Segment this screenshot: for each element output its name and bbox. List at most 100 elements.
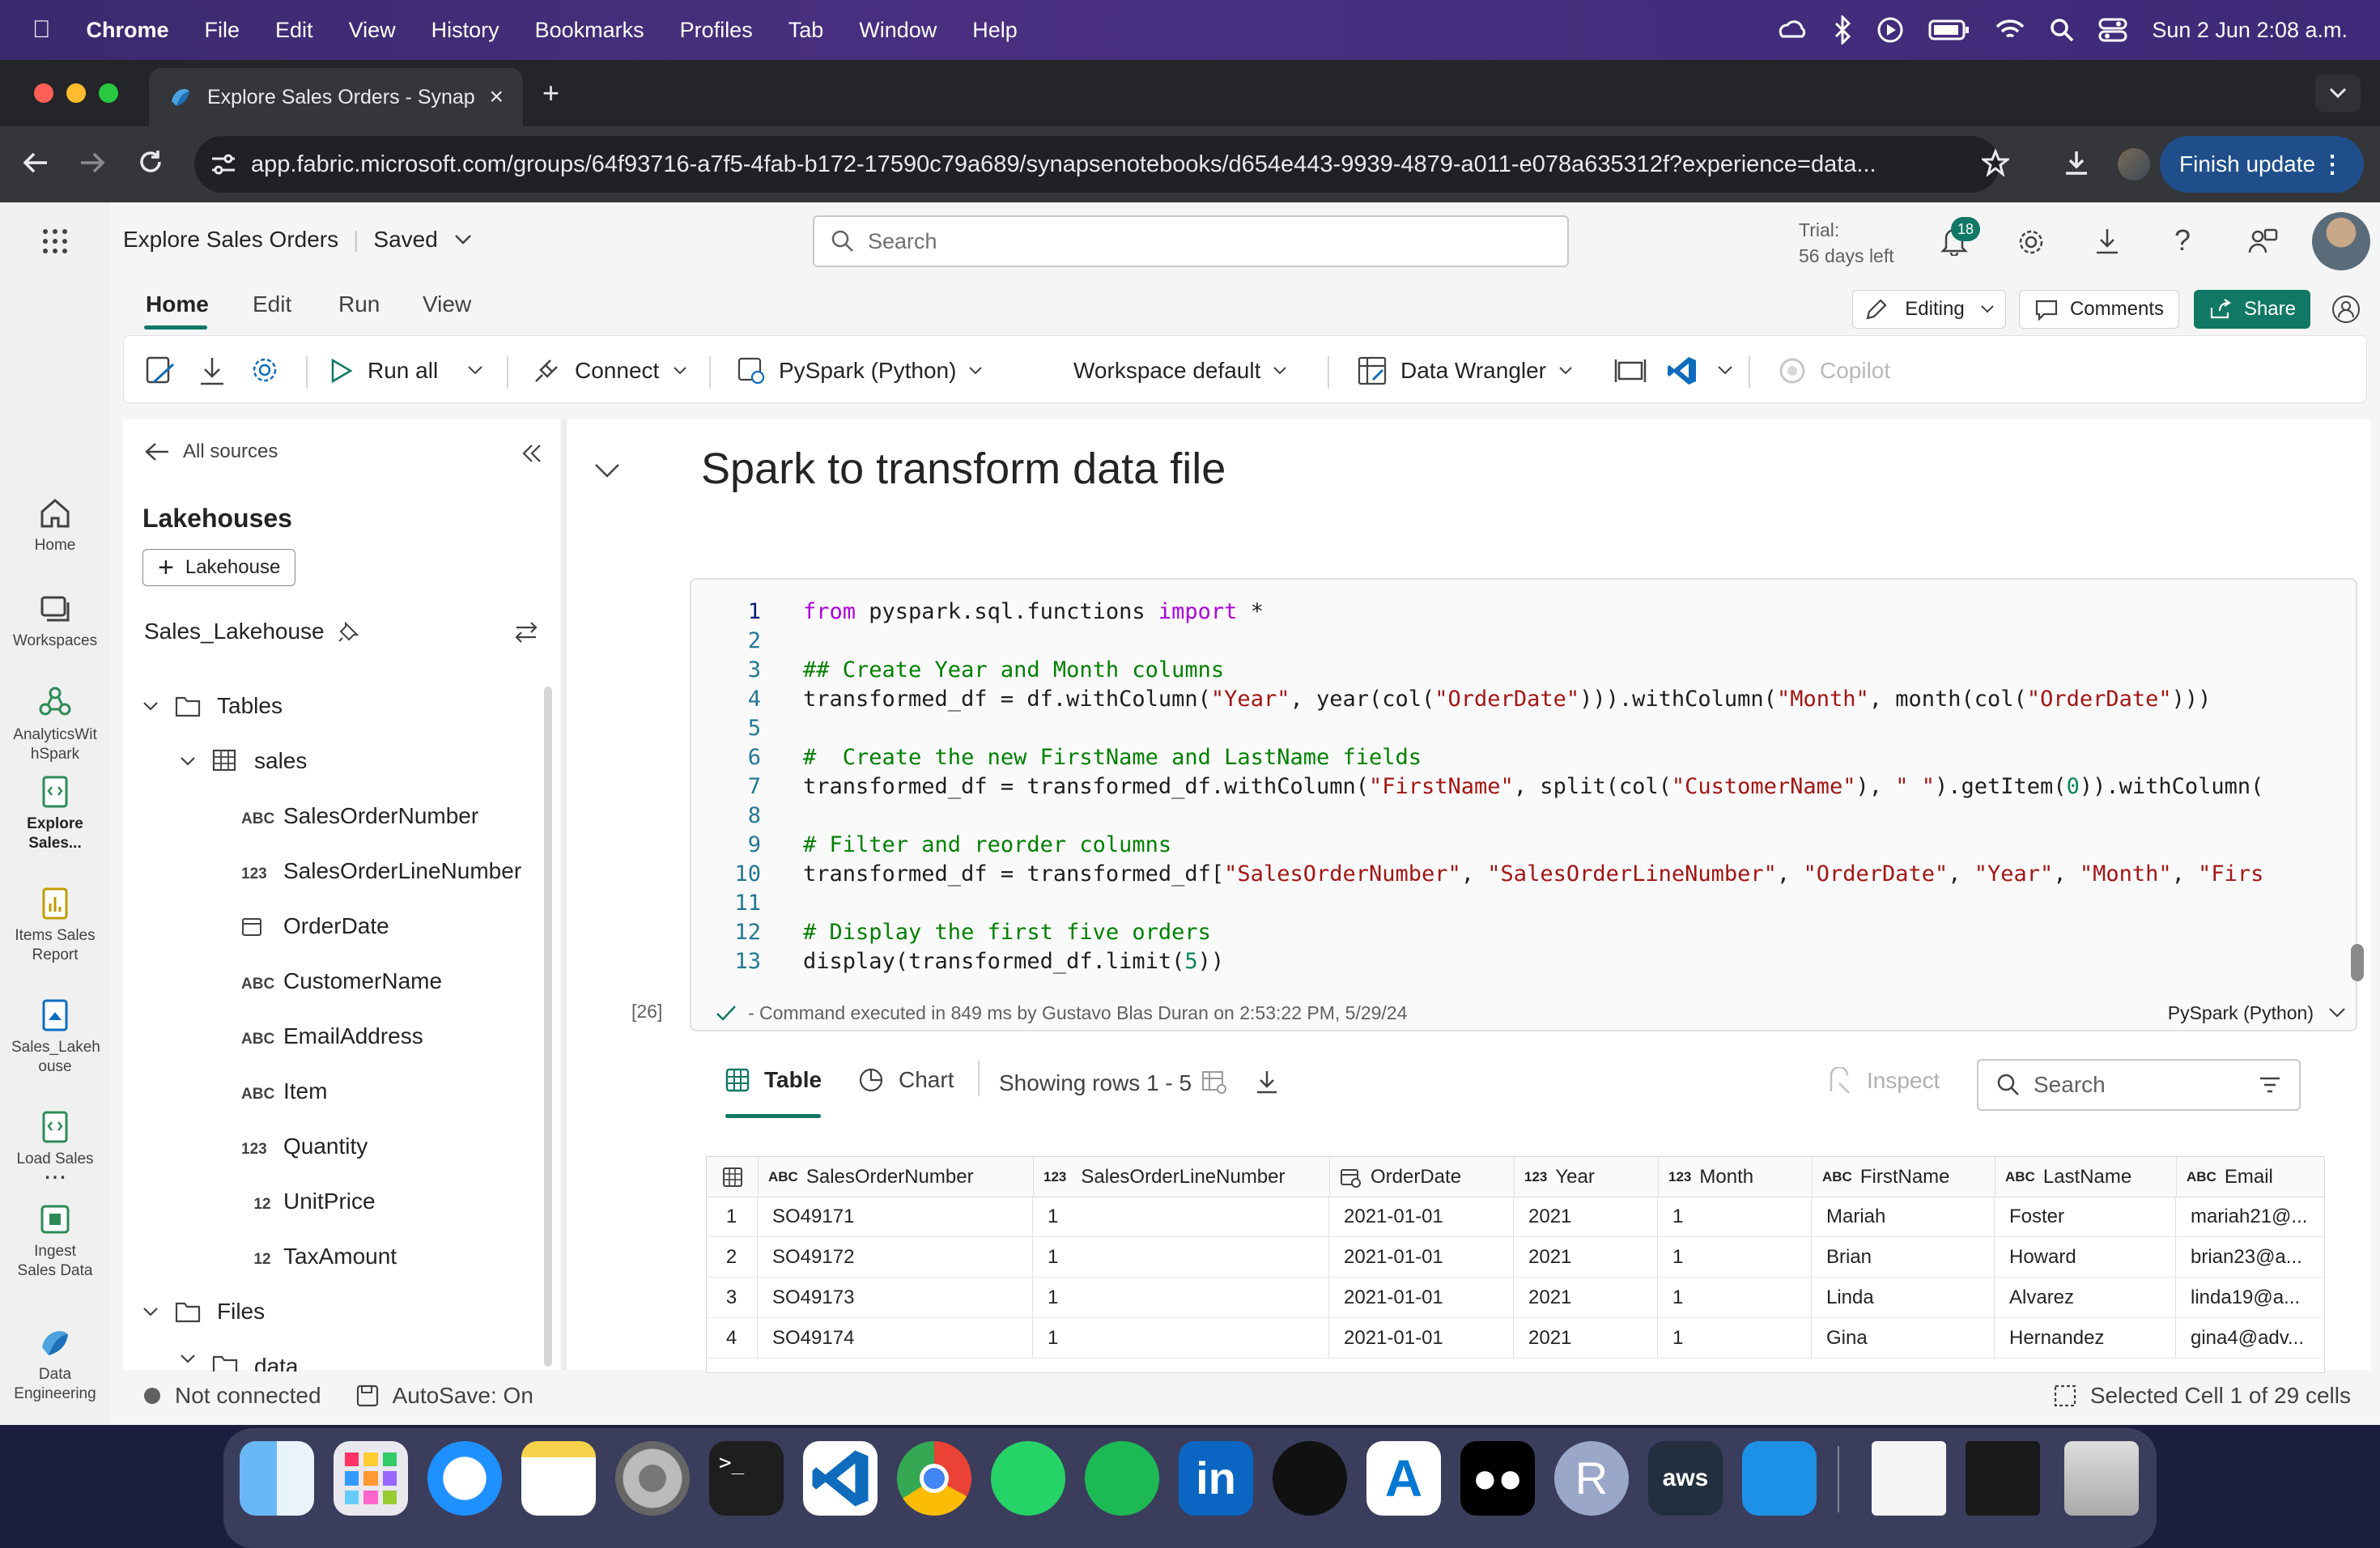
table-cell[interactable]: Howard (1995, 1237, 2176, 1278)
table-cell[interactable]: brian23@a... (2176, 1237, 2325, 1278)
window-maximize-button[interactable] (99, 83, 118, 103)
table-cell[interactable]: Hernandez (1995, 1318, 2176, 1359)
recent-window-thumbnail[interactable] (1872, 1441, 1946, 1516)
table-cell[interactable]: 1 (1033, 1237, 1329, 1278)
nav-workspaces[interactable]: Workspaces (0, 591, 110, 651)
lakehouse-item[interactable]: Sales_Lakehouse (144, 619, 360, 644)
nav-explore-sales[interactable]: Explore Sales... (0, 774, 110, 853)
spotify-icon[interactable] (1085, 1441, 1159, 1516)
medium-icon[interactable]: ●● (1460, 1441, 1535, 1516)
tab-search-button[interactable] (2315, 74, 2361, 112)
menu-history[interactable]: History (431, 18, 499, 43)
menu-bookmarks[interactable]: Bookmarks (535, 18, 644, 43)
r-studio-icon[interactable]: R (1554, 1441, 1629, 1516)
column-header[interactable]: 123 Month (1659, 1157, 1813, 1197)
column-item[interactable]: 123 SalesOrderLineNumber (241, 858, 521, 884)
whatsapp-icon[interactable] (991, 1441, 1065, 1516)
cell-language[interactable]: PySpark (Python) (2168, 1002, 2314, 1024)
download-icon[interactable] (2063, 149, 2090, 176)
collapse-panel-icon[interactable] (521, 444, 542, 463)
column-item[interactable]: ABC EmailAddress (241, 1023, 423, 1049)
table-cell[interactable]: Alvarez (1995, 1278, 2176, 1318)
connection-status[interactable]: Not connected (175, 1383, 321, 1409)
share-button[interactable]: Share (2194, 290, 2310, 329)
menu-window[interactable]: Window (859, 18, 937, 43)
azure-data-studio-icon[interactable]: A (1366, 1441, 1441, 1516)
apple-icon[interactable]:  (32, 16, 51, 44)
vscode-chevron-down-icon[interactable] (1718, 366, 1732, 376)
add-lakehouse-button[interactable]: + Lakehouse (142, 549, 296, 586)
table-cell[interactable]: 2021-01-01 (1329, 1318, 1514, 1359)
chrome-icon[interactable] (897, 1441, 971, 1516)
ribbon-tab-edit[interactable]: Edit (253, 291, 291, 317)
table-cell[interactable]: 2021 (1514, 1318, 1658, 1359)
back-arrow-icon[interactable] (23, 151, 49, 175)
save-notebook-icon[interactable] (144, 355, 176, 387)
table-cell[interactable]: 2021 (1514, 1278, 1658, 1318)
ribbon-tab-view[interactable]: View (423, 291, 471, 317)
table-cell[interactable]: Brian (1812, 1237, 1995, 1278)
autosave-status[interactable]: AutoSave: On (393, 1383, 533, 1409)
aws-icon[interactable]: aws (1648, 1441, 1723, 1516)
menu-profiles[interactable]: Profiles (680, 18, 753, 43)
site-settings-icon[interactable] (210, 152, 236, 176)
window-minimize-button[interactable] (66, 83, 86, 103)
focus-mode-icon[interactable] (1614, 358, 1647, 384)
table-cell[interactable]: SO49171 (758, 1197, 1033, 1237)
table-cell[interactable]: 2021-01-01 (1329, 1197, 1514, 1237)
column-header[interactable]: ABC FirstName (1813, 1157, 1995, 1197)
column-item[interactable]: ABC CustomerName (241, 968, 442, 994)
recent-window-thumbnail[interactable] (1966, 1441, 2040, 1516)
play-icon[interactable] (1876, 16, 1904, 44)
table-cell[interactable]: SO49172 (758, 1237, 1033, 1278)
terminal-icon[interactable]: >_ (709, 1441, 784, 1516)
battery-icon[interactable] (1928, 19, 1970, 41)
table-cell[interactable]: 2021 (1514, 1197, 1658, 1237)
wifi-icon[interactable] (1995, 18, 2025, 42)
tree-sales-table[interactable]: sales (180, 748, 307, 774)
settings-gear-icon[interactable] (249, 355, 280, 385)
window-close-button[interactable] (34, 83, 53, 103)
linkedin-icon[interactable]: in (1179, 1441, 1253, 1516)
vscode-icon[interactable] (803, 1441, 878, 1516)
menu-tab[interactable]: Tab (788, 18, 824, 43)
all-sources-button[interactable]: All sources (144, 440, 278, 463)
app-launcher-icon[interactable] (40, 227, 70, 256)
table-cell[interactable]: 2021 (1514, 1237, 1658, 1278)
nav-items-sales-report[interactable]: Items Sales Report (0, 886, 110, 965)
column-item[interactable]: ABC Item (241, 1078, 327, 1104)
spotlight-search-icon[interactable] (2050, 18, 2074, 42)
table-cell[interactable]: gina4@adv... (2176, 1318, 2325, 1359)
table-cell[interactable]: 2021-01-01 (1329, 1237, 1514, 1278)
output-search-input[interactable]: Search (1977, 1059, 2301, 1111)
comments-button[interactable]: Comments (2019, 290, 2179, 329)
table-cell[interactable]: SO49173 (758, 1278, 1033, 1318)
code-line-6[interactable]: # Create the new FirstName and LastName … (803, 745, 2317, 770)
nav-ingest-sales-data[interactable]: Ingest Sales Data (0, 1201, 110, 1281)
menu-edit[interactable]: Edit (275, 18, 313, 43)
nav-data-engineering[interactable]: Data Engineering (0, 1325, 110, 1404)
table-cell[interactable]: 1 (1658, 1237, 1812, 1278)
download-icon[interactable] (2093, 227, 2121, 256)
saved-status[interactable]: Saved (373, 227, 437, 253)
switch-lakehouse-icon[interactable] (513, 620, 539, 644)
column-header[interactable]: ABC Email (2177, 1157, 2324, 1197)
notes-icon[interactable] (521, 1441, 596, 1516)
grid-corner-header[interactable] (707, 1157, 759, 1197)
menu-file[interactable]: File (205, 18, 240, 43)
table-cell[interactable]: 1 (1658, 1318, 1812, 1359)
table-cell[interactable]: Foster (1995, 1197, 2176, 1237)
table-cell[interactable]: Linda (1812, 1278, 1995, 1318)
trash-icon[interactable] (2064, 1441, 2139, 1516)
code-line-3[interactable]: ## Create Year and Month columns (803, 657, 2317, 683)
output-table-tab[interactable]: Table (725, 1067, 822, 1093)
trial-info[interactable]: Trial: 56 days left (1799, 217, 1894, 269)
settings-gear-icon[interactable] (2016, 227, 2046, 257)
column-item[interactable]: 12 UnitPrice (241, 1189, 375, 1214)
column-header[interactable]: ABC SalesOrderNumber (759, 1157, 1034, 1197)
collapse-section-chevron-icon[interactable] (594, 463, 620, 478)
notifications-button[interactable]: 18 (1940, 217, 1980, 256)
launchpad-icon[interactable] (334, 1441, 408, 1516)
code-line-9[interactable]: # Filter and reorder columns (803, 832, 2317, 857)
table-cell[interactable]: 2021-01-01 (1329, 1278, 1514, 1318)
